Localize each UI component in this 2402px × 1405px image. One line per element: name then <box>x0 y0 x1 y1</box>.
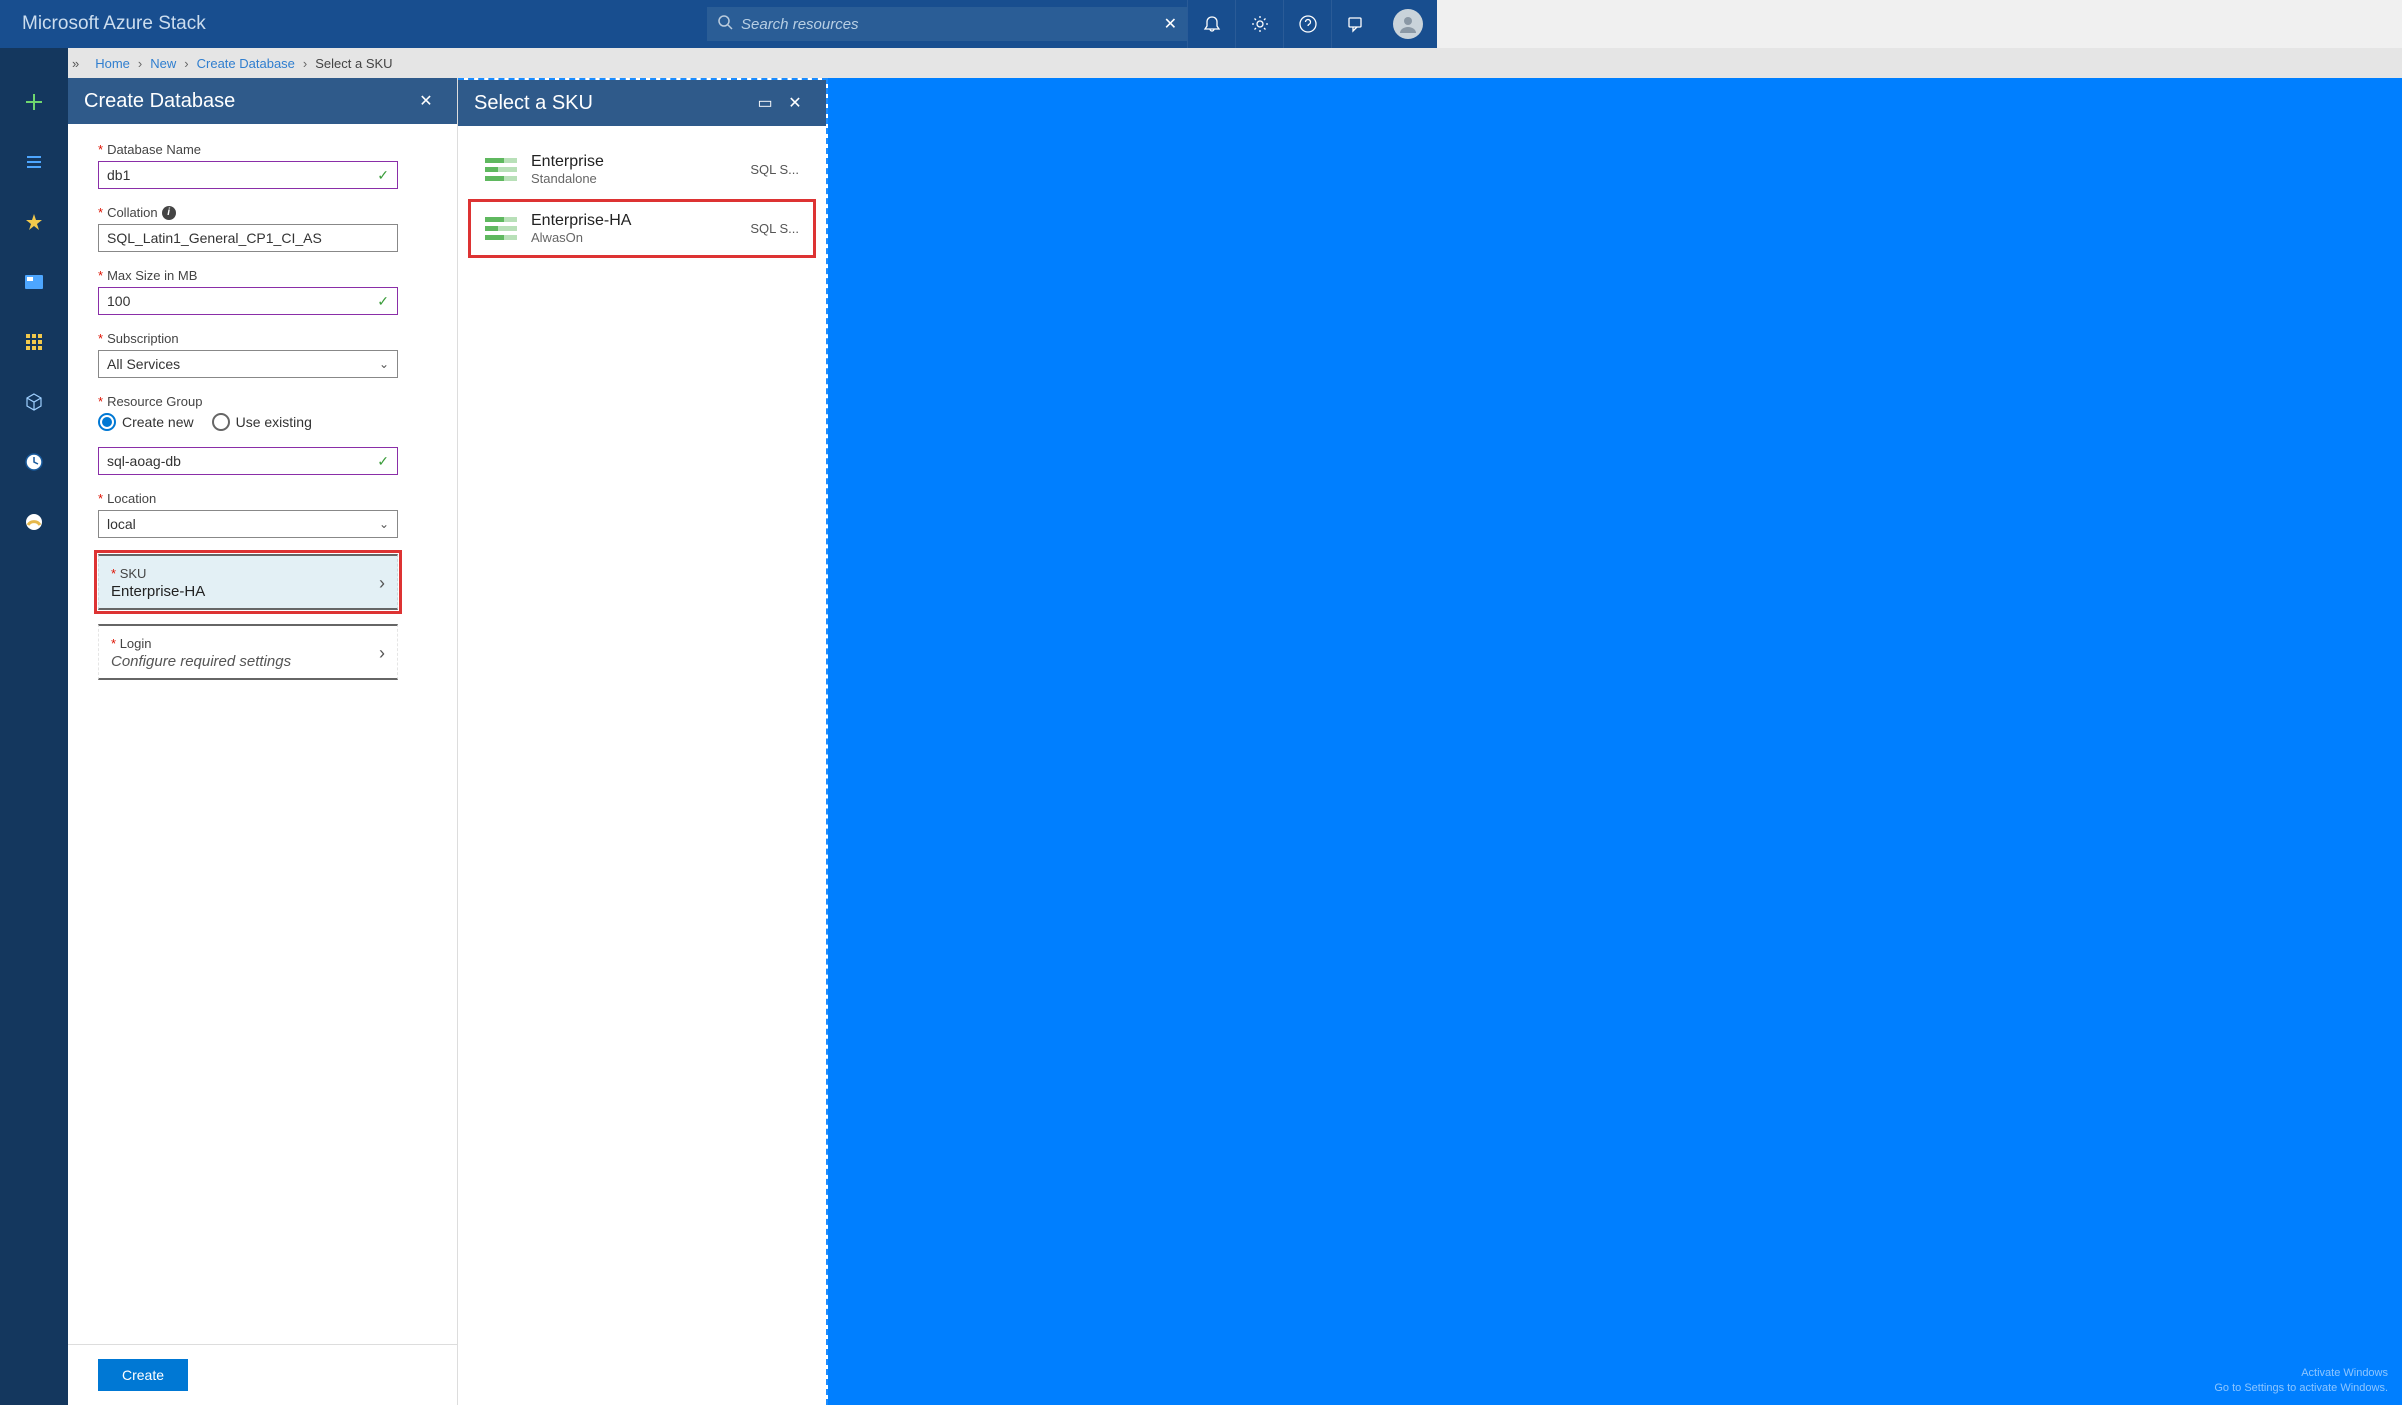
grid-icon[interactable] <box>18 326 50 358</box>
maxsize-input[interactable]: 100✓ <box>98 287 398 315</box>
close-icon[interactable]: ✕ <box>780 93 810 113</box>
crumb-create-db[interactable]: Create Database <box>197 56 295 71</box>
sku-extra: SQL S... <box>750 162 799 177</box>
sku-selector[interactable]: * SKU Enterprise-HA › <box>98 554 398 610</box>
db-name-input[interactable]: db1✓ <box>98 161 398 189</box>
top-header: Microsoft Azure Stack ✕ <box>0 0 1437 48</box>
chevron-down-icon: ⌄ <box>379 517 389 531</box>
blade2-header: Select a SKU ▭ ✕ <box>458 80 826 126</box>
main-area: Create Database ✕ *Database Name db1✓ *C… <box>68 78 2402 1405</box>
create-database-blade: Create Database ✕ *Database Name db1✓ *C… <box>68 78 458 1405</box>
close-icon[interactable]: ✕ <box>411 91 441 111</box>
blade1-title: Create Database <box>84 90 235 113</box>
help-icon[interactable] <box>1283 0 1331 48</box>
location-select[interactable]: local⌄ <box>98 510 398 538</box>
search-input[interactable] <box>741 16 1164 33</box>
chevron-right-icon: › <box>379 643 385 664</box>
sku-item-enterprise[interactable]: Enterprise Standalone SQL S... <box>468 140 816 199</box>
select-sku-blade: Select a SKU ▭ ✕ Enterprise Standalone S… <box>458 78 828 1405</box>
create-button[interactable]: Create <box>98 1359 188 1391</box>
db-name-label: Database Name <box>107 142 201 157</box>
sku-extra: SQL S... <box>750 221 799 236</box>
sku-item-enterprise-ha[interactable]: Enterprise-HA AlwasOn SQL S... <box>468 199 816 258</box>
breadcrumb: » Home› New› Create Database› Select a S… <box>0 48 2402 78</box>
subscription-label: Subscription <box>107 331 179 346</box>
sku-name: Enterprise-HA <box>531 212 736 230</box>
maximize-icon[interactable]: ▭ <box>750 93 780 113</box>
brand: Microsoft Azure Stack <box>0 13 228 35</box>
clear-icon[interactable]: ✕ <box>1164 14 1177 34</box>
chevron-down-icon: ⌄ <box>379 357 389 371</box>
check-icon: ✓ <box>377 453 389 470</box>
rg-label: Resource Group <box>107 394 202 409</box>
list-icon[interactable] <box>18 146 50 178</box>
info-icon[interactable]: i <box>162 206 176 220</box>
blade2-title: Select a SKU <box>474 92 593 115</box>
gear-icon[interactable] <box>1235 0 1283 48</box>
gauge-icon[interactable] <box>18 506 50 538</box>
crumb-home[interactable]: Home <box>95 56 130 71</box>
expand-nav-icon[interactable]: » <box>72 56 79 71</box>
left-rail <box>0 48 68 1405</box>
collation-label: Collation <box>107 205 158 220</box>
cube-icon[interactable] <box>18 386 50 418</box>
watermark: Activate Windows Go to Settings to activ… <box>2214 1366 2388 1395</box>
notifications-icon[interactable] <box>1187 0 1235 48</box>
new-icon[interactable] <box>18 86 50 118</box>
blade1-header: Create Database ✕ <box>68 78 457 124</box>
blade2-body: Enterprise Standalone SQL S... Enterpris… <box>458 126 826 1405</box>
clock-icon[interactable] <box>18 446 50 478</box>
check-icon: ✓ <box>377 293 389 310</box>
avatar[interactable] <box>1393 9 1423 39</box>
rg-name-input[interactable]: sql-aoag-db✓ <box>98 447 398 475</box>
crumb-new[interactable]: New <box>150 56 176 71</box>
star-icon[interactable] <box>18 206 50 238</box>
sku-sub: AlwasOn <box>531 230 736 245</box>
crumb-current: Select a SKU <box>315 56 392 71</box>
sku-icon <box>485 215 517 243</box>
collation-input[interactable]: SQL_Latin1_General_CP1_CI_AS <box>98 224 398 252</box>
search-box[interactable]: ✕ <box>707 7 1187 41</box>
subscription-select[interactable]: All Services⌄ <box>98 350 398 378</box>
login-selector[interactable]: * Login Configure required settings › <box>98 624 398 680</box>
location-label: Location <box>107 491 156 506</box>
header-icons <box>1187 0 1437 48</box>
rg-create-new-radio[interactable]: Create new <box>98 413 194 431</box>
search-icon <box>717 14 733 35</box>
check-icon: ✓ <box>377 167 389 184</box>
sku-sub: Standalone <box>531 171 736 186</box>
feedback-icon[interactable] <box>1331 0 1379 48</box>
sku-name: Enterprise <box>531 153 736 171</box>
maxsize-label: Max Size in MB <box>107 268 197 283</box>
blade1-body: *Database Name db1✓ *Collation i SQL_Lat… <box>68 124 457 1344</box>
rg-use-existing-radio[interactable]: Use existing <box>212 413 312 431</box>
dashboard-icon[interactable] <box>18 266 50 298</box>
sku-icon <box>485 156 517 184</box>
chevron-right-icon: › <box>379 573 385 594</box>
